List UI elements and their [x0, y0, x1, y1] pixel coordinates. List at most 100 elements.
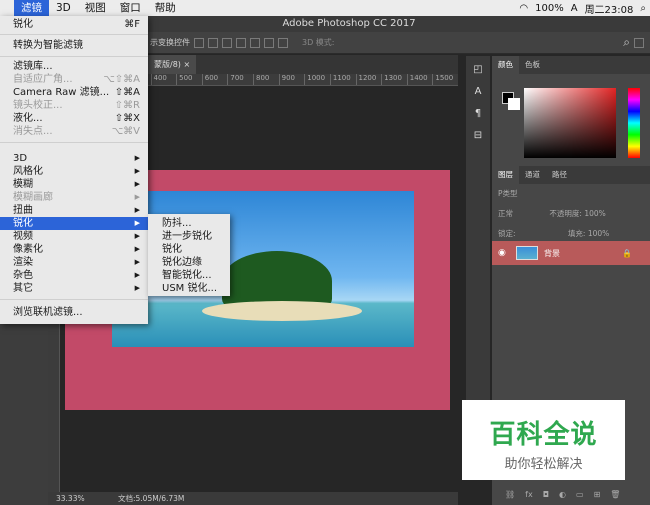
- menu-item-adaptive-wide: 自适应广角... ⌥⇧⌘A: [13, 74, 140, 85]
- properties-icon[interactable]: ⊟: [471, 130, 485, 144]
- kind-label: P类型: [498, 189, 518, 198]
- submenu-shake-reduction[interactable]: 防抖...: [148, 217, 230, 230]
- tab-layers[interactable]: 图层: [492, 166, 519, 184]
- island-beach: [202, 301, 362, 321]
- lock-label: 锁定:: [498, 229, 516, 238]
- eye-icon[interactable]: ◉: [498, 248, 506, 258]
- input-source-icon[interactable]: A: [571, 3, 578, 14]
- align-center-icon[interactable]: [208, 37, 218, 48]
- align-middle-icon[interactable]: [250, 37, 260, 48]
- tab-channels[interactable]: 通道: [519, 166, 546, 184]
- menu-item-camera-raw[interactable]: Camera Raw 滤镜... ⇧⌘A: [0, 86, 148, 99]
- menu-item-other[interactable]: 其它 ▶: [0, 282, 148, 295]
- menu-view[interactable]: 视图: [78, 0, 113, 16]
- menu-item-sharpen[interactable]: 锐化 ▶: [0, 217, 148, 230]
- status-bar: 33.33% 文档:5.05M/6.73M: [48, 492, 458, 505]
- menu-item-blur-gallery: 模糊画廊 ▶: [13, 192, 140, 203]
- doc-tab[interactable]: 蒙版/8) ×: [148, 55, 197, 74]
- menu-item-browse-online[interactable]: 浏览联机滤镜...: [0, 306, 148, 319]
- menu-item-liquify[interactable]: 液化... ⇧⌘X: [0, 112, 148, 125]
- document-tabs: 蒙版/8) ×: [148, 55, 458, 74]
- distribute-icon[interactable]: [278, 37, 288, 48]
- opacity-label: 不透明度:: [549, 209, 582, 218]
- watermark-title: 百科全说: [489, 420, 598, 450]
- menu-item-render[interactable]: 渲染 ▶: [0, 256, 148, 269]
- clock[interactable]: 周二23:08: [585, 1, 634, 16]
- window-title: Adobe Photoshop CC 2017: [282, 18, 416, 29]
- fill-label: 填充:: [567, 229, 586, 238]
- character-icon[interactable]: A: [471, 86, 485, 100]
- color-picker-field[interactable]: [524, 88, 616, 158]
- apple-menu-icon[interactable]: [0, 0, 14, 16]
- mac-menubar: 滤镜 3D 视图 窗口 帮助 ◠ 100% A 周二23:08 ⌕: [0, 0, 650, 16]
- workspace-icon[interactable]: [634, 37, 644, 48]
- tab-swatches[interactable]: 色板: [519, 56, 546, 74]
- mode-label: 3D 模式:: [302, 38, 335, 47]
- layer-background[interactable]: ◉ 背景 🔒: [492, 241, 650, 265]
- blend-mode-select[interactable]: 正常: [498, 209, 513, 218]
- menu-help[interactable]: 帮助: [148, 0, 183, 16]
- layers-footer: ⛓ fx ◘ ◐ ▭ ⊞ 🗑: [505, 490, 645, 503]
- link-icon[interactable]: ⛓: [505, 490, 515, 503]
- menu-item-3d[interactable]: 3D ▶: [0, 152, 148, 165]
- align-top-icon[interactable]: [236, 37, 246, 48]
- menu-item-lens-correction: 镜头校正... ⇧⌘R: [13, 100, 140, 111]
- blend-row: 正常 不透明度: 100%: [492, 204, 650, 224]
- menu-item-vanishing-point: 消失点... ⌥⌘V: [13, 126, 140, 137]
- menu-3d[interactable]: 3D: [49, 0, 78, 16]
- layer-kind-filter[interactable]: P类型: [492, 184, 650, 204]
- group-icon[interactable]: ▭: [576, 490, 584, 503]
- align-bottom-icon[interactable]: [264, 37, 274, 48]
- fx-icon[interactable]: fx: [525, 490, 533, 503]
- menu-item-pixelate[interactable]: 像素化 ▶: [0, 243, 148, 256]
- wifi-icon[interactable]: ◠: [519, 3, 528, 14]
- lock-icon: 🔒: [622, 248, 632, 258]
- transform-label[interactable]: 示变换控件: [150, 37, 190, 48]
- layers-panel-tabs: 图层 通道 路径: [492, 166, 650, 184]
- watermark: 百科全说 助你轻松解决: [462, 400, 625, 480]
- background-color[interactable]: [508, 98, 520, 110]
- submenu-sharpen-more[interactable]: 进一步锐化: [148, 230, 230, 243]
- window-title-bar: Adobe Photoshop CC 2017: [148, 16, 650, 32]
- battery-level[interactable]: 100%: [535, 3, 564, 14]
- doc-tab-label: 蒙版/8): [154, 60, 181, 69]
- opacity-value[interactable]: 100%: [584, 209, 605, 218]
- status-area: ◠ 100% A 周二23:08 ⌕: [519, 0, 646, 16]
- filter-menu: 锐化 ⌘F 转换为智能滤镜 滤镜库... 自适应广角... ⌥⇧⌘A Camera …: [0, 16, 148, 324]
- menu-window[interactable]: 窗口: [113, 0, 148, 16]
- align-left-icon[interactable]: [194, 37, 204, 48]
- menu-item-last-filter[interactable]: 锐化 ⌘F: [0, 18, 148, 31]
- adjustment-icon[interactable]: ◐: [559, 490, 566, 503]
- align-right-icon[interactable]: [222, 37, 232, 48]
- zoom-level[interactable]: 33.33%: [56, 492, 85, 505]
- watermark-subtitle: 助你轻松解决: [504, 457, 583, 472]
- menu-item-video[interactable]: 视频 ▶: [0, 230, 148, 243]
- submenu-smart-sharpen[interactable]: 智能锐化...: [148, 269, 230, 282]
- tab-color[interactable]: 颜色: [492, 56, 519, 74]
- hue-slider[interactable]: [628, 88, 640, 158]
- submenu-sharpen-edges[interactable]: 锐化边缘: [148, 256, 230, 269]
- mask-icon[interactable]: ◘: [543, 490, 549, 503]
- search-icon[interactable]: ⌕: [640, 3, 646, 14]
- trash-icon[interactable]: 🗑: [610, 490, 620, 503]
- menu-item-stylize[interactable]: 风格化 ▶: [0, 165, 148, 178]
- menu-item-convert-smart[interactable]: 转换为智能滤镜: [0, 39, 148, 52]
- new-layer-icon[interactable]: ⊞: [594, 490, 601, 503]
- fill-value[interactable]: 100%: [588, 229, 609, 238]
- tab-paths[interactable]: 路径: [546, 166, 573, 184]
- layer-thumbnail: [516, 246, 538, 260]
- sharpen-submenu: 防抖... 进一步锐化 锐化 锐化边缘 智能锐化... USM 锐化...: [148, 214, 230, 296]
- doc-size: 文档:5.05M/6.73M: [118, 494, 185, 503]
- submenu-unsharp-mask[interactable]: USM 锐化...: [148, 282, 230, 295]
- menu-item-filter-gallery[interactable]: 滤镜库...: [0, 60, 148, 73]
- menu-item-noise[interactable]: 杂色 ▶: [0, 269, 148, 282]
- menu-item-distort[interactable]: 扭曲 ▶: [0, 204, 148, 217]
- history-icon[interactable]: ◰: [471, 64, 485, 78]
- options-bar: 示变换控件 3D 模式: ⌕: [148, 32, 650, 54]
- submenu-sharpen[interactable]: 锐化: [148, 243, 230, 256]
- layer-name: 背景: [544, 248, 560, 258]
- paragraph-icon[interactable]: ¶: [471, 108, 485, 122]
- search-icon[interactable]: ⌕: [623, 35, 630, 50]
- menu-item-blur[interactable]: 模糊 ▶: [0, 178, 148, 191]
- menu-filter[interactable]: 滤镜: [14, 0, 49, 16]
